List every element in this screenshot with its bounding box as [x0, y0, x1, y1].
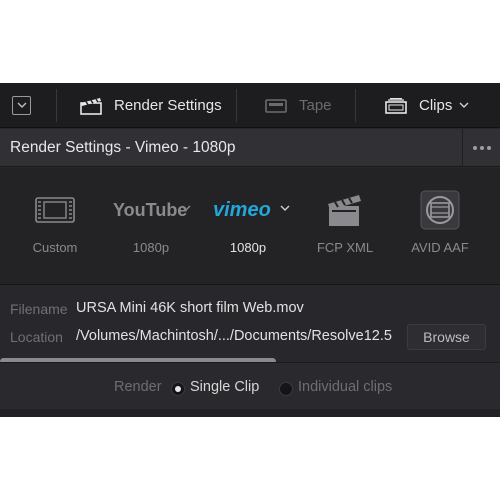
- render-presets-strip: Custom YouTube 1080p vimeo 1080p FCP XML…: [0, 168, 500, 365]
- filename-label: Filename: [10, 301, 68, 317]
- preset-youtube[interactable]: YouTube 1080p: [106, 168, 196, 284]
- clips-label: Clips: [419, 97, 453, 114]
- render-settings-panel: Render Settings Tape Clips Render Settin…: [0, 83, 500, 417]
- render-settings-tab[interactable]: Render Settings: [80, 83, 222, 128]
- clapperboard-icon: [80, 97, 102, 115]
- preset-vimeo[interactable]: vimeo 1080p: [203, 168, 293, 284]
- film-reel-icon: [395, 188, 485, 232]
- preset-label: 1080p: [132, 240, 170, 255]
- tape-label: Tape: [299, 97, 332, 114]
- toolbar-divider: [355, 89, 356, 122]
- film-strip-icon: [10, 188, 100, 232]
- file-section: Filename URSA Mini 46K short film Web.mo…: [0, 294, 500, 364]
- preset-label: FCP XML: [316, 240, 374, 255]
- location-field[interactable]: /Volumes/Machintosh/.../Documents/Resolv…: [76, 328, 392, 344]
- filename-field[interactable]: URSA Mini 46K short film Web.mov: [76, 300, 304, 316]
- tape-tab[interactable]: Tape: [265, 83, 332, 128]
- divider: [0, 284, 500, 285]
- preset-custom[interactable]: Custom: [10, 168, 100, 284]
- youtube-logo: YouTube: [106, 188, 196, 232]
- svg-text:vimeo: vimeo: [213, 199, 271, 221]
- location-label: Location: [10, 329, 63, 345]
- svg-text:YouTube: YouTube: [113, 200, 187, 220]
- render-label: Render: [114, 379, 162, 395]
- preset-label: Custom: [32, 240, 78, 255]
- single-clip-radio[interactable]: [171, 382, 185, 396]
- preset-label: 1080p: [229, 240, 267, 255]
- collapse-panel-button[interactable]: [12, 96, 31, 115]
- more-horizontal-icon: [472, 146, 477, 150]
- top-toolbar: Render Settings Tape Clips: [0, 83, 500, 128]
- clips-icon: [385, 97, 407, 114]
- toolbar-divider: [236, 89, 237, 122]
- individual-clips-radio[interactable]: [279, 382, 293, 396]
- toolbar-divider: [56, 89, 57, 122]
- individual-clips-label[interactable]: Individual clips: [298, 379, 392, 395]
- render-settings-label: Render Settings: [114, 97, 222, 114]
- vimeo-logo: vimeo: [203, 188, 293, 232]
- preset-label: AVID AAF: [411, 240, 469, 255]
- more-options-button[interactable]: [462, 129, 500, 167]
- chevron-down-icon: [459, 102, 469, 108]
- panel-bottom-edge: [0, 409, 500, 417]
- clapperboard-icon: [300, 188, 390, 232]
- preset-avid-aaf[interactable]: AVID AAF: [395, 168, 485, 284]
- tape-icon: [265, 98, 287, 113]
- clips-tab[interactable]: Clips: [385, 83, 469, 128]
- render-settings-title-bar: Render Settings - Vimeo - 1080p: [0, 129, 500, 167]
- chevron-down-icon: [17, 102, 27, 108]
- single-clip-label[interactable]: Single Clip: [190, 379, 259, 395]
- page-title: Render Settings - Vimeo - 1080p: [10, 139, 236, 156]
- preset-fcp-xml[interactable]: FCP XML: [300, 168, 390, 284]
- browse-button[interactable]: Browse: [407, 324, 486, 350]
